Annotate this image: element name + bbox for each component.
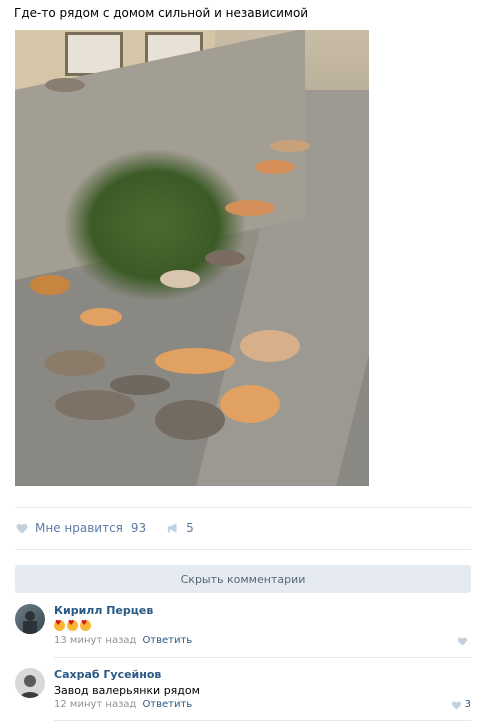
comment-like-button[interactable] <box>457 636 471 646</box>
heart-eyes-emoji-icon <box>67 619 78 631</box>
heart-icon <box>16 523 28 534</box>
comment: Сахраб Гусейнов Завод валерьянки рядом 1… <box>15 668 471 716</box>
megaphone-icon <box>167 523 177 533</box>
comment-text <box>54 619 93 634</box>
comment-text: Завод валерьянки рядом <box>54 684 200 697</box>
comment-like-count: 3 <box>464 699 471 710</box>
comment-time[interactable]: 12 минут назад <box>54 699 136 710</box>
divider <box>15 507 471 508</box>
divider <box>15 549 471 550</box>
post-actions: Мне нравится 93 5 <box>15 519 194 537</box>
photo-bush <box>65 150 245 300</box>
comment-meta: 12 минут назад Ответить <box>54 699 192 710</box>
comment-meta: 13 минут назад Ответить <box>54 635 192 646</box>
share-button[interactable]: 5 <box>166 521 194 535</box>
divider <box>54 657 471 658</box>
heart-eyes-emoji-icon <box>80 619 91 631</box>
heart-icon <box>451 701 461 710</box>
comment-author[interactable]: Кирилл Перцев <box>54 604 153 617</box>
comment-author[interactable]: Сахраб Гусейнов <box>54 668 161 681</box>
hide-comments-button[interactable]: Скрыть комментарии <box>15 565 471 593</box>
like-label: Мне нравится <box>35 521 123 535</box>
reply-link[interactable]: Ответить <box>142 635 192 646</box>
comment-like-button[interactable]: 3 <box>451 699 471 710</box>
reply-link[interactable]: Ответить <box>142 699 192 710</box>
avatar[interactable] <box>15 604 45 634</box>
post-photo[interactable] <box>15 30 369 486</box>
post-text: Где-то рядом с домом сильной и независим… <box>14 6 309 20</box>
divider <box>54 720 471 721</box>
comment: Кирилл Перцев 13 минут назад Ответить <box>15 604 471 652</box>
comment-time[interactable]: 13 минут назад <box>54 635 136 646</box>
like-button[interactable]: Мне нравится 93 <box>15 521 146 535</box>
heart-eyes-emoji-icon <box>54 619 65 631</box>
share-count: 5 <box>186 521 194 535</box>
avatar[interactable] <box>15 668 45 698</box>
heart-icon <box>457 637 468 646</box>
like-count: 93 <box>130 521 147 535</box>
